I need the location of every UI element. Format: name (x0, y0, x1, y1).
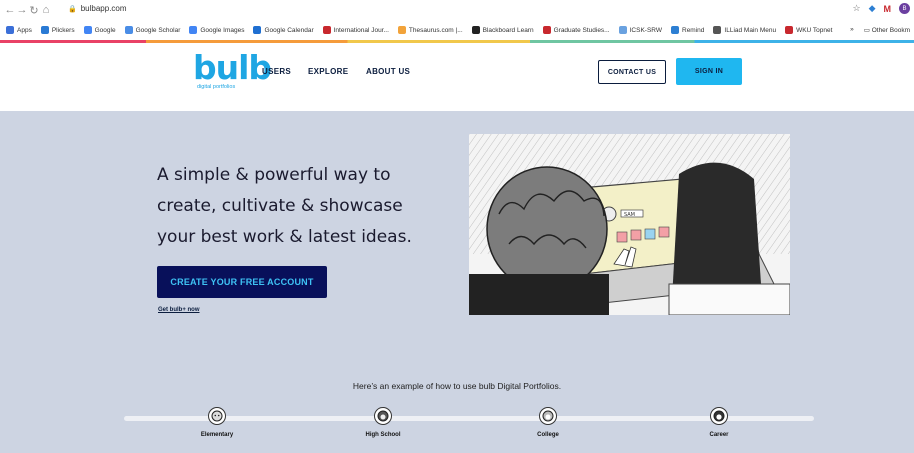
extension-icon[interactable]: ◆ (869, 3, 876, 14)
bookmark-label: WKU Topnet (796, 26, 833, 34)
profile-avatar[interactable]: B (899, 3, 910, 14)
bookmark-favicon-icon (253, 26, 262, 34)
bookmark-label: International Jour... (333, 26, 389, 34)
stage-career[interactable]: Career (674, 407, 764, 438)
bookmark-favicon-icon (471, 26, 480, 34)
bookmark-label: Apps (17, 26, 32, 34)
bookmark-favicon-icon (40, 26, 49, 34)
bookmark-item[interactable]: WKU Topnet (785, 26, 832, 34)
nav-explore[interactable]: EXPLORE (308, 67, 348, 76)
hero-headline: A simple & powerful way to create, culti… (157, 160, 447, 253)
face-icon (539, 407, 557, 425)
stage-college[interactable]: College (503, 407, 593, 438)
bookmark-label: Thesaurus.com |... (408, 26, 463, 34)
face-icon (374, 407, 392, 425)
back-icon[interactable]: ← (4, 4, 16, 16)
bookmark-item[interactable]: Thesaurus.com |... (397, 26, 463, 34)
bookmarks-more-button[interactable]: » (850, 26, 854, 34)
address-bar[interactable]: 🔒 bulbapp.com (68, 4, 127, 13)
headline-line: A simple & powerful way to (157, 165, 391, 185)
bookmark-label: Google (94, 26, 116, 34)
bookmark-favicon-icon (618, 26, 627, 34)
hero-illustration: SAM (469, 134, 790, 315)
browser-actions: ☆ ◆ M B (853, 3, 910, 14)
bookmark-favicon-icon (322, 26, 331, 34)
stage-high-school[interactable]: High School (338, 407, 428, 438)
bookmark-item[interactable]: ILLiad Main Menu (713, 26, 776, 34)
home-icon[interactable]: ⌂ (40, 4, 52, 16)
browser-toolbar: ← → ↻ ⌂ 🔒 bulbapp.com ☆ ◆ M B (0, 0, 914, 20)
bookmark-favicon-icon (124, 26, 133, 34)
bulb-logo[interactable]: bulb digital portfolios (193, 48, 272, 99)
face-icon (710, 407, 728, 425)
stage-label: High School (365, 432, 401, 438)
bookmark-label: Remind (682, 26, 705, 34)
illus-badge-text: SAM (624, 212, 635, 218)
bookmarks-bar: Apps Plickers Google Google Scholar Google I… (0, 20, 914, 40)
bookmark-favicon-icon (83, 26, 92, 34)
site-header: bulb digital portfolios USERS EXPLORE AB… (0, 43, 914, 111)
bookmark-label: ICSK-SRW (629, 26, 662, 34)
hero-section: A simple & powerful way to create, culti… (0, 111, 914, 453)
bookmark-favicon-icon (542, 26, 551, 34)
nav-about-us[interactable]: ABOUT US (366, 67, 410, 76)
headline-line: create, cultivate & showcase (157, 196, 403, 216)
folder-icon: ▭ (863, 27, 870, 34)
bookmark-label: ILLiad Main Menu (724, 26, 777, 34)
bookmark-label: Google Images (200, 26, 245, 34)
reload-icon[interactable]: ↻ (28, 4, 40, 17)
bookmark-favicon-icon (671, 26, 679, 34)
stage-label: Elementary (200, 432, 234, 438)
other-bookmarks-label: Other Bookm (871, 27, 910, 34)
bookmark-item[interactable]: Graduate Studies... (542, 26, 610, 34)
bookmark-label: Plickers (51, 26, 75, 34)
headline-line: your best work & latest ideas. (157, 227, 412, 247)
illustration-svg: SAM (469, 134, 790, 315)
bookmark-favicon-icon (397, 26, 406, 34)
nav-users[interactable]: USERS (262, 67, 291, 76)
contact-us-button[interactable]: CONTACT US (598, 60, 666, 84)
stage-elementary[interactable]: Elementary (172, 407, 262, 438)
star-icon[interactable]: ☆ (853, 3, 861, 14)
stage-label: College (537, 432, 559, 438)
bookmark-item[interactable]: Google Images (189, 26, 244, 34)
sign-in-button[interactable]: SIGN IN (676, 58, 742, 85)
bookmark-item[interactable]: Plickers (40, 26, 75, 34)
bookmark-label: Graduate Studies... (553, 26, 610, 34)
face-icon (208, 407, 226, 425)
stage-label: Career (709, 432, 729, 438)
bookmark-favicon-icon (713, 26, 722, 34)
example-caption: Here’s an example of how to use bulb Dig… (352, 381, 562, 391)
extension-badge-icon[interactable]: M (884, 4, 892, 14)
bookmarks-overflow: » ▭ Other Bookm (850, 26, 910, 34)
bookmark-item[interactable]: International Jour... (322, 26, 389, 34)
bookmark-label: Blackboard Learn (482, 26, 534, 34)
logo-word: bulb (193, 48, 272, 87)
forward-icon[interactable]: → (16, 4, 28, 16)
bookmark-item[interactable]: Google (83, 26, 116, 34)
bookmark-favicon-icon (6, 26, 14, 34)
bookmark-label: Google Calendar (264, 26, 314, 34)
bookmark-item[interactable]: ICSK-SRW (618, 26, 662, 34)
other-bookmarks[interactable]: ▭ Other Bookm (864, 26, 910, 34)
bookmark-item[interactable]: Blackboard Learn (471, 26, 534, 34)
bookmark-item[interactable]: Google Scholar (124, 26, 181, 34)
bookmark-label: Google Scholar (135, 26, 181, 34)
bookmark-item[interactable]: Remind (671, 26, 704, 34)
bookmark-favicon-icon (785, 26, 794, 34)
create-account-button[interactable]: CREATE YOUR FREE ACCOUNT (157, 266, 327, 298)
lock-icon: 🔒 (68, 5, 77, 13)
bookmark-item[interactable]: Apps (6, 26, 32, 34)
bookmark-item[interactable]: Google Calendar (253, 26, 314, 34)
url-text: bulbapp.com (80, 4, 127, 13)
bookmark-favicon-icon (189, 26, 198, 34)
get-bulb-plus-link[interactable]: Get bulb+ now (158, 307, 200, 313)
